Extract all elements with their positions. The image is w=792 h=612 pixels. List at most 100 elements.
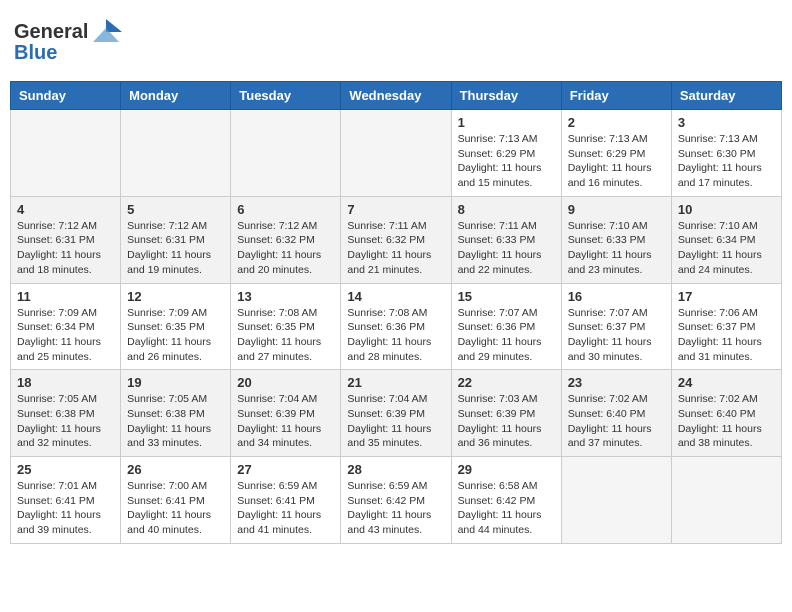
calendar-cell: 23 Sunrise: 7:02 AMSunset: 6:40 PMDayligh… <box>561 370 671 457</box>
calendar-cell: 5 Sunrise: 7:12 AMSunset: 6:31 PMDaylight… <box>121 196 231 283</box>
calendar-cell: 7 Sunrise: 7:11 AMSunset: 6:32 PMDaylight… <box>341 196 451 283</box>
day-number: 14 <box>347 289 444 304</box>
day-number: 24 <box>678 375 775 390</box>
day-info: Sunrise: 6:59 AMSunset: 6:41 PMDaylight:… <box>237 479 334 538</box>
day-number: 28 <box>347 462 444 477</box>
day-number: 21 <box>347 375 444 390</box>
day-info: Sunrise: 7:11 AMSunset: 6:33 PMDaylight:… <box>458 219 555 278</box>
calendar-cell: 11 Sunrise: 7:09 AMSunset: 6:34 PMDayligh… <box>11 283 121 370</box>
calendar-cell <box>11 110 121 197</box>
day-info: Sunrise: 7:07 AMSunset: 6:36 PMDaylight:… <box>458 306 555 365</box>
day-info: Sunrise: 7:08 AMSunset: 6:36 PMDaylight:… <box>347 306 444 365</box>
logo-flag-icon <box>89 18 123 46</box>
calendar-header-wednesday: Wednesday <box>341 82 451 110</box>
calendar-cell: 8 Sunrise: 7:11 AMSunset: 6:33 PMDaylight… <box>451 196 561 283</box>
day-number: 15 <box>458 289 555 304</box>
day-number: 13 <box>237 289 334 304</box>
calendar-cell: 21 Sunrise: 7:04 AMSunset: 6:39 PMDayligh… <box>341 370 451 457</box>
day-info: Sunrise: 6:58 AMSunset: 6:42 PMDaylight:… <box>458 479 555 538</box>
day-info: Sunrise: 7:06 AMSunset: 6:37 PMDaylight:… <box>678 306 775 365</box>
day-info: Sunrise: 7:00 AMSunset: 6:41 PMDaylight:… <box>127 479 224 538</box>
day-info: Sunrise: 7:02 AMSunset: 6:40 PMDaylight:… <box>568 392 665 451</box>
day-info: Sunrise: 7:05 AMSunset: 6:38 PMDaylight:… <box>127 392 224 451</box>
calendar-header-saturday: Saturday <box>671 82 781 110</box>
day-info: Sunrise: 7:13 AMSunset: 6:29 PMDaylight:… <box>458 132 555 191</box>
day-info: Sunrise: 7:12 AMSunset: 6:31 PMDaylight:… <box>127 219 224 278</box>
calendar-week-row: 1 Sunrise: 7:13 AMSunset: 6:29 PMDaylight… <box>11 110 782 197</box>
day-number: 7 <box>347 202 444 217</box>
day-info: Sunrise: 7:01 AMSunset: 6:41 PMDaylight:… <box>17 479 114 538</box>
calendar-cell <box>671 457 781 544</box>
calendar-cell: 17 Sunrise: 7:06 AMSunset: 6:37 PMDayligh… <box>671 283 781 370</box>
logo: General Blue <box>14 18 124 65</box>
day-info: Sunrise: 6:59 AMSunset: 6:42 PMDaylight:… <box>347 479 444 538</box>
header: General Blue <box>10 10 782 73</box>
calendar-cell: 4Sunrise: 7:12 AMSunset: 6:31 PMDaylight… <box>11 196 121 283</box>
calendar-cell: 22 Sunrise: 7:03 AMSunset: 6:39 PMDayligh… <box>451 370 561 457</box>
calendar-cell: 27 Sunrise: 6:59 AMSunset: 6:41 PMDayligh… <box>231 457 341 544</box>
day-number: 6 <box>237 202 334 217</box>
day-number: 18 <box>17 375 114 390</box>
day-number: 26 <box>127 462 224 477</box>
day-number: 27 <box>237 462 334 477</box>
day-info: Sunrise: 7:09 AMSunset: 6:35 PMDaylight:… <box>127 306 224 365</box>
calendar-header-monday: Monday <box>121 82 231 110</box>
day-number: 9 <box>568 202 665 217</box>
calendar-cell: 26 Sunrise: 7:00 AMSunset: 6:41 PMDayligh… <box>121 457 231 544</box>
day-number: 22 <box>458 375 555 390</box>
day-info: Sunrise: 7:05 AMSunset: 6:38 PMDaylight:… <box>17 392 114 451</box>
calendar-header-friday: Friday <box>561 82 671 110</box>
day-number: 19 <box>127 375 224 390</box>
day-number: 29 <box>458 462 555 477</box>
calendar-cell: 14 Sunrise: 7:08 AMSunset: 6:36 PMDayligh… <box>341 283 451 370</box>
calendar-cell <box>231 110 341 197</box>
day-info: Sunrise: 7:03 AMSunset: 6:39 PMDaylight:… <box>458 392 555 451</box>
day-number: 5 <box>127 202 224 217</box>
calendar-cell: 29 Sunrise: 6:58 AMSunset: 6:42 PMDayligh… <box>451 457 561 544</box>
day-number: 11 <box>17 289 114 304</box>
day-info: Sunrise: 7:11 AMSunset: 6:32 PMDaylight:… <box>347 219 444 278</box>
calendar-week-row: 11 Sunrise: 7:09 AMSunset: 6:34 PMDayligh… <box>11 283 782 370</box>
calendar-week-row: 18 Sunrise: 7:05 AMSunset: 6:38 PMDayligh… <box>11 370 782 457</box>
logo-general-text: General <box>14 21 88 44</box>
day-number: 10 <box>678 202 775 217</box>
calendar-header-sunday: Sunday <box>11 82 121 110</box>
day-number: 2 <box>568 115 665 130</box>
day-info: Sunrise: 7:09 AMSunset: 6:34 PMDaylight:… <box>17 306 114 365</box>
day-number: 16 <box>568 289 665 304</box>
day-info: Sunrise: 7:13 AMSunset: 6:29 PMDaylight:… <box>568 132 665 191</box>
day-number: 23 <box>568 375 665 390</box>
day-number: 1 <box>458 115 555 130</box>
calendar-table: SundayMondayTuesdayWednesdayThursdayFrid… <box>10 81 782 544</box>
day-info: Sunrise: 7:12 AMSunset: 6:32 PMDaylight:… <box>237 219 334 278</box>
day-number: 8 <box>458 202 555 217</box>
calendar-cell: 28 Sunrise: 6:59 AMSunset: 6:42 PMDayligh… <box>341 457 451 544</box>
calendar-cell: 19 Sunrise: 7:05 AMSunset: 6:38 PMDayligh… <box>121 370 231 457</box>
day-info: Sunrise: 7:10 AMSunset: 6:33 PMDaylight:… <box>568 219 665 278</box>
calendar-cell: 12 Sunrise: 7:09 AMSunset: 6:35 PMDayligh… <box>121 283 231 370</box>
calendar-header-thursday: Thursday <box>451 82 561 110</box>
calendar-cell <box>561 457 671 544</box>
calendar-cell: 1 Sunrise: 7:13 AMSunset: 6:29 PMDaylight… <box>451 110 561 197</box>
calendar-week-row: 4Sunrise: 7:12 AMSunset: 6:31 PMDaylight… <box>11 196 782 283</box>
calendar-cell: 15 Sunrise: 7:07 AMSunset: 6:36 PMDayligh… <box>451 283 561 370</box>
day-number: 25 <box>17 462 114 477</box>
calendar-header-tuesday: Tuesday <box>231 82 341 110</box>
calendar-cell: 24 Sunrise: 7:02 AMSunset: 6:40 PMDayligh… <box>671 370 781 457</box>
calendar-cell: 20Sunrise: 7:04 AMSunset: 6:39 PMDayligh… <box>231 370 341 457</box>
calendar-cell: 18 Sunrise: 7:05 AMSunset: 6:38 PMDayligh… <box>11 370 121 457</box>
calendar-cell: 3 Sunrise: 7:13 AMSunset: 6:30 PMDaylight… <box>671 110 781 197</box>
calendar-cell <box>121 110 231 197</box>
day-info: Sunrise: 7:02 AMSunset: 6:40 PMDaylight:… <box>678 392 775 451</box>
calendar-cell: 6 Sunrise: 7:12 AMSunset: 6:32 PMDaylight… <box>231 196 341 283</box>
calendar-cell: 9 Sunrise: 7:10 AMSunset: 6:33 PMDaylight… <box>561 196 671 283</box>
day-number: 3 <box>678 115 775 130</box>
day-info: Sunrise: 7:10 AMSunset: 6:34 PMDaylight:… <box>678 219 775 278</box>
day-info: Sunrise: 7:04 AMSunset: 6:39 PMDaylight:… <box>347 392 444 451</box>
day-number: 12 <box>127 289 224 304</box>
day-info: Sunrise: 7:13 AMSunset: 6:30 PMDaylight:… <box>678 132 775 191</box>
day-info: Sunrise: 7:07 AMSunset: 6:37 PMDaylight:… <box>568 306 665 365</box>
calendar-cell: 16 Sunrise: 7:07 AMSunset: 6:37 PMDayligh… <box>561 283 671 370</box>
day-number: 17 <box>678 289 775 304</box>
day-number: 20 <box>237 375 334 390</box>
